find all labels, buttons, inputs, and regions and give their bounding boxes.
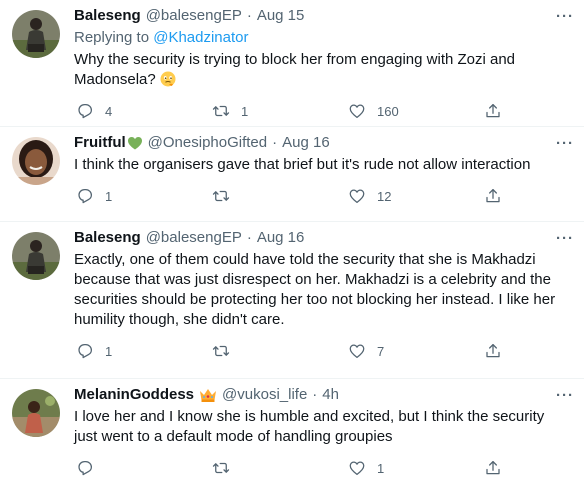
avatar[interactable] [12,137,60,185]
display-name[interactable]: MelaninGoddess [74,385,194,405]
tweet-text: Why the security is trying to block her … [74,50,558,90]
tweet[interactable]: Fruitful @OnesiphoGifted · Aug 16 ··· I … [0,127,584,222]
timestamp[interactable]: 4h [322,385,339,405]
tweet-header: Baleseng @balesengEP · Aug 16 [74,228,572,248]
heart-icon [349,104,365,119]
like-count: 7 [377,343,385,359]
like-count: 12 [377,188,392,204]
separator-dot: · [246,7,252,24]
avatar[interactable] [12,10,60,58]
reply-count: 1 [105,343,113,359]
replying-to-label: Replying to [74,29,150,46]
user-handle[interactable]: @OnesiphoGifted [148,133,267,153]
retweet-icon [212,462,230,474]
share-icon [486,460,500,475]
retweet-button[interactable] [212,459,348,477]
tweet-actions: 1 7 [74,334,572,368]
thinking-face-emoji [160,71,176,87]
reply-icon [78,188,93,204]
timestamp[interactable]: Aug 16 [282,133,330,153]
separator-dot: · [272,134,278,151]
retweet-button[interactable]: 1 [212,102,348,120]
reply-count: 4 [105,103,113,119]
share-button[interactable] [484,459,502,477]
retweet-count: 1 [241,103,249,119]
timestamp[interactable]: Aug 16 [257,228,305,248]
share-button[interactable] [484,342,502,360]
heart-icon [349,189,365,204]
avatar[interactable] [12,232,60,280]
tweet-header: Fruitful @OnesiphoGifted · Aug 16 [74,133,572,153]
timestamp[interactable]: Aug 15 [257,6,305,26]
tweet-text: I love her and I know she is humble and … [74,408,545,445]
reply-icon [78,343,93,359]
more-options-icon[interactable]: ··· [556,8,574,25]
tweet[interactable]: Baleseng @balesengEP · Aug 16 ··· Exactl… [0,222,584,379]
reply-icon [78,460,93,476]
tweet-header: Baleseng @balesengEP · Aug 15 [74,6,572,26]
tweet-text: I think the organisers gave that brief b… [74,156,531,173]
retweet-icon [212,345,230,357]
separator-dot: · [312,386,318,403]
mention-link[interactable]: @Khadzinator [153,29,248,46]
separator-dot: · [246,229,252,246]
reply-button[interactable]: 1 [76,342,212,360]
user-handle[interactable]: @balesengEP [146,228,242,248]
reply-count: 1 [105,188,113,204]
heart-icon [349,461,365,476]
more-options-icon[interactable]: ··· [556,135,574,152]
like-button[interactable]: 12 [348,187,484,205]
user-handle[interactable]: @balesengEP [146,6,242,26]
crown-emoji [200,389,217,402]
avatar[interactable] [12,389,60,437]
like-count: 160 [377,103,399,119]
display-name[interactable]: Baleseng [74,6,141,26]
tweet-header: MelaninGoddess @vukosi_life · 4h [74,385,572,405]
display-name[interactable]: Fruitful [74,133,126,153]
tweet-actions: 4 1 160 [74,94,572,128]
display-name[interactable]: Baleseng [74,228,141,248]
reply-icon [78,103,93,119]
reply-button[interactable]: 1 [76,187,212,205]
replying-to: Replying to @Khadzinator [74,28,572,48]
tweet-text: Exactly, one of them could have told the… [74,251,556,328]
tweet[interactable]: MelaninGoddess @vukosi_life · 4h ··· I l… [0,379,584,501]
tweet-actions: 1 12 [74,179,572,213]
share-icon [486,103,500,118]
reply-button[interactable]: 4 [76,102,212,120]
retweet-icon [212,105,230,117]
retweet-icon [212,190,230,202]
tweet-text-content: Why the security is trying to block her … [74,51,516,88]
like-count: 1 [377,460,385,476]
like-button[interactable]: 1 [348,459,484,477]
share-button[interactable] [484,102,502,120]
green-heart-emoji [127,137,142,150]
user-handle[interactable]: @vukosi_life [222,385,307,405]
reply-button[interactable] [76,459,212,477]
retweet-button[interactable] [212,187,348,205]
more-options-icon[interactable]: ··· [556,230,574,247]
tweet[interactable]: Baleseng @balesengEP · Aug 15 ··· Replyi… [0,0,584,127]
share-button[interactable] [484,187,502,205]
retweet-button[interactable] [212,342,348,360]
like-button[interactable]: 7 [348,342,484,360]
share-icon [486,343,500,358]
like-button[interactable]: 160 [348,102,484,120]
tweet-actions: 1 [74,451,572,485]
reply-thread: Baleseng @balesengEP · Aug 15 ··· Replyi… [0,0,584,501]
share-icon [486,188,500,203]
heart-icon [349,344,365,359]
more-options-icon[interactable]: ··· [556,387,574,404]
